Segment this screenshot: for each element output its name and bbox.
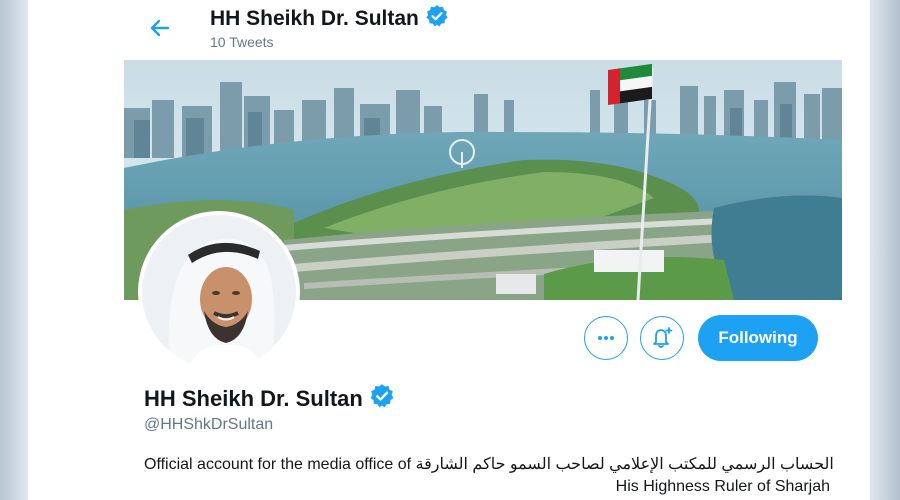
profile-panel: HH Sheikh Dr. Sultan 10 Tweets Following… [28, 0, 870, 500]
profile-name-text: HH Sheikh Dr. Sultan [144, 386, 363, 411]
profile-bio-line-1: Official account for the media office of… [144, 456, 834, 473]
header-title: HH Sheikh Dr. Sultan [210, 4, 449, 34]
avatar [142, 215, 296, 369]
back-button[interactable] [144, 12, 176, 44]
profile-name: HH Sheikh Dr. Sultan [144, 383, 395, 415]
tweet-count: 10 Tweets [210, 34, 274, 50]
profile-actions: Following [584, 315, 818, 361]
profile-handle: @HHShkDrSultan [144, 416, 274, 433]
notifications-button[interactable] [640, 316, 684, 360]
background-left [0, 0, 28, 500]
notification-bell-icon [653, 327, 673, 348]
following-button[interactable]: Following [698, 315, 818, 361]
profile-bio-line-2: His Highness Ruler of Sharjah [615, 478, 830, 495]
background-right [870, 0, 900, 500]
header-title-text: HH Sheikh Dr. Sultan [210, 7, 419, 30]
verified-badge-icon [425, 4, 449, 34]
verified-badge-icon [369, 383, 395, 415]
back-arrow-icon [150, 19, 170, 37]
more-options-icon [598, 336, 614, 340]
more-options-button[interactable] [584, 316, 628, 360]
profile-avatar[interactable] [138, 211, 300, 373]
top-bar: HH Sheikh Dr. Sultan 10 Tweets [28, 0, 870, 60]
